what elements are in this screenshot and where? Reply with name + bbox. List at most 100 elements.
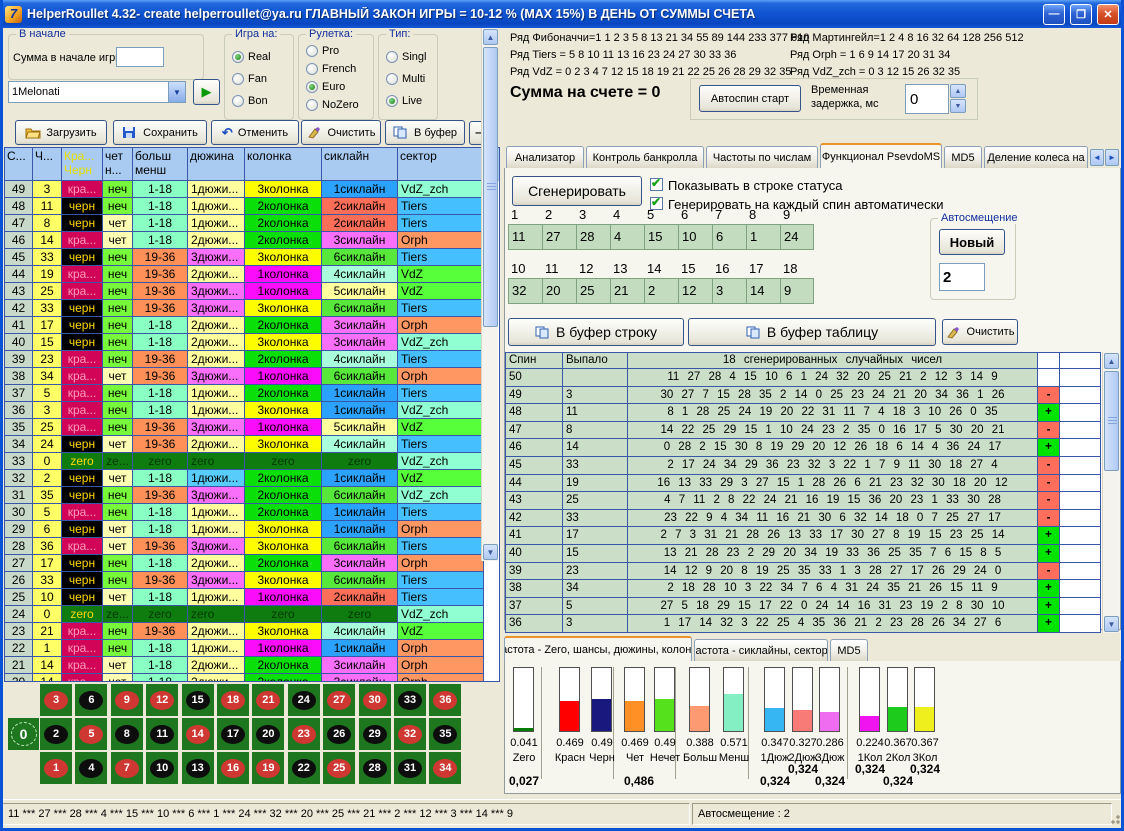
radio-live[interactable]: Live — [386, 95, 422, 107]
roulette-cell-33[interactable]: 33 — [394, 684, 426, 716]
tab-psevdoms[interactable]: Функционал PsevdoMS — [820, 143, 942, 168]
roulette-cell-19[interactable]: 19 — [252, 752, 284, 784]
tab-scroll-left-icon[interactable]: ◄ — [1090, 149, 1104, 166]
maximize-button[interactable]: ❐ — [1070, 4, 1092, 25]
table-row[interactable]: 493кра...неч1-181дюжи...3колонка1сиклайн… — [5, 181, 499, 198]
table-row[interactable]: 441916 13 33 29 3 27 15 1 28 26 6 21 23 … — [506, 475, 1100, 493]
roulette-cell-20[interactable]: 20 — [252, 718, 284, 750]
table-row[interactable]: 4811черннеч1-181дюжи...2колонка2сиклайнT… — [5, 198, 499, 215]
spin-down-icon[interactable]: ▼ — [950, 99, 966, 113]
resize-grip[interactable] — [1108, 812, 1120, 824]
play-button[interactable]: ▶ — [193, 79, 220, 105]
roulette-cell-24[interactable]: 24 — [288, 684, 320, 716]
roulette-cell-22[interactable]: 22 — [288, 752, 320, 784]
radio-fan[interactable]: Fan — [232, 73, 267, 85]
roulette-cell-6[interactable]: 6 — [75, 684, 107, 716]
autoshift-new-button[interactable]: Новый — [939, 229, 1005, 255]
table-row[interactable]: 330zeroze...zerozerozerozeroVdZ_zch — [5, 453, 499, 470]
table-row[interactable]: 3923кра...неч19-362дюжи...2колонка4сикла… — [5, 351, 499, 368]
roulette-cell-18[interactable]: 18 — [217, 684, 249, 716]
delay-input[interactable] — [905, 84, 949, 114]
table-row[interactable]: 2633черннеч19-363дюжи...3колонка6сиклайн… — [5, 572, 499, 589]
scroll-down-icon[interactable]: ▼ — [1104, 616, 1119, 632]
table-row[interactable]: 221кра...неч1-181дюжи...1колонка1сиклайн… — [5, 640, 499, 657]
radio-pro[interactable]: Pro — [306, 45, 339, 57]
table-row[interactable]: 48118 1 28 25 24 19 20 22 31 11 7 4 18 3… — [506, 404, 1100, 422]
table-row[interactable]: 3525кра...неч19-363дюжи...1колонка5сикла… — [5, 419, 499, 436]
generated-table-scrollbar[interactable]: ▲ ▼ — [1102, 352, 1119, 633]
radio-real[interactable]: Real — [232, 51, 271, 63]
undo-button[interactable]: ↶ Отменить — [211, 120, 299, 145]
table-row[interactable]: 2717черннеч1-182дюжи...2колонка3сиклайнO… — [5, 555, 499, 572]
tab-freq-sixlines[interactable]: Частота - сиклайны, сектора — [694, 639, 828, 661]
table-row[interactable]: 2114кра...чет1-182дюжи...2колонка3сиклай… — [5, 657, 499, 674]
table-row[interactable]: 4325кра...неч19-363дюжи...1колонка5сикла… — [5, 283, 499, 300]
roulette-cell-5[interactable]: 5 — [75, 718, 107, 750]
roulette-cell-26[interactable]: 26 — [323, 718, 355, 750]
table-row[interactable]: 375кра...неч1-181дюжи...2колонка1сиклайн… — [5, 385, 499, 402]
roulette-cell-16[interactable]: 16 — [217, 752, 249, 784]
minimize-button[interactable]: — — [1043, 4, 1065, 25]
table-row[interactable]: 3135черннеч19-363дюжи...2колонка6сиклайн… — [5, 487, 499, 504]
table-row[interactable]: 401513 21 28 23 2 29 20 34 19 33 36 25 3… — [506, 545, 1100, 563]
roulette-cell-35[interactable]: 35 — [429, 718, 461, 750]
tab-analyzer[interactable]: Анализатор — [506, 146, 584, 168]
radio-nozero[interactable]: NoZero — [306, 99, 359, 111]
table-row[interactable]: 37527 5 18 29 15 17 22 0 24 14 16 31 23 … — [506, 598, 1100, 616]
roulette-cell-30[interactable]: 30 — [359, 684, 391, 716]
roulette-cell-31[interactable]: 31 — [394, 752, 426, 784]
tab-scroll-right-icon[interactable]: ► — [1105, 149, 1119, 166]
roulette-cell-0[interactable]: 0 — [8, 718, 39, 750]
table-row[interactable]: 2321кра...неч19-362дюжи...3колонка4сикла… — [5, 623, 499, 640]
roulette-cell-3[interactable]: 3 — [40, 684, 72, 716]
checkbox-show-status[interactable]: ✔ Показывать в строке статуса — [650, 178, 843, 193]
table-row[interactable]: 3424чернчет19-362дюжи...3колонка4сиклайн… — [5, 436, 499, 453]
table-row[interactable]: 5011 27 28 4 15 10 6 1 24 32 20 25 21 2 … — [506, 369, 1100, 387]
table-row[interactable]: 4015черннеч1-182дюжи...3колонка3сиклайнV… — [5, 334, 499, 351]
table-row[interactable]: 43254 7 11 2 8 22 24 21 16 19 15 36 20 2… — [506, 492, 1100, 510]
roulette-cell-36[interactable]: 36 — [429, 684, 461, 716]
table-row[interactable]: 2510чернчет1-181дюжи...1колонка2сиклайнT… — [5, 589, 499, 606]
radio-bon[interactable]: Bon — [232, 95, 268, 107]
table-row[interactable]: 392314 12 9 20 8 19 25 35 33 1 3 28 27 1… — [506, 563, 1100, 581]
close-button[interactable]: ✕ — [1097, 4, 1119, 25]
roulette-cell-2[interactable]: 2 — [40, 718, 72, 750]
generate-button[interactable]: Сгенерировать — [512, 176, 642, 206]
scroll-down-icon[interactable]: ▼ — [483, 544, 498, 560]
roulette-cell-8[interactable]: 8 — [111, 718, 143, 750]
load-button[interactable]: Загрузить — [15, 120, 107, 145]
table-row[interactable]: 38342 18 28 10 3 22 34 7 6 4 31 24 35 21… — [506, 580, 1100, 598]
roulette-cell-17[interactable]: 17 — [217, 718, 249, 750]
table-row[interactable]: 4233черннеч19-363дюжи...3колонка6сиклайн… — [5, 300, 499, 317]
tab-wheel-division[interactable]: Деление колеса на — [984, 146, 1088, 168]
table-row[interactable]: 423323 22 9 4 34 11 16 21 30 6 32 14 18 … — [506, 510, 1100, 528]
scroll-up-icon[interactable]: ▲ — [1104, 353, 1119, 369]
roulette-cell-27[interactable]: 27 — [323, 684, 355, 716]
copy-table-button[interactable]: В буфер таблицу — [688, 318, 936, 346]
table-row[interactable]: 45332 17 24 34 29 36 23 32 3 22 1 7 9 11… — [506, 457, 1100, 475]
roulette-cell-7[interactable]: 7 — [111, 752, 143, 784]
table-row[interactable]: 322чернчет1-181дюжи...2колонка1сиклайнVd… — [5, 470, 499, 487]
scrollbar-thumb[interactable] — [483, 47, 498, 327]
roulette-cell-25[interactable]: 25 — [323, 752, 355, 784]
radio-french[interactable]: French — [306, 63, 356, 75]
roulette-cell-34[interactable]: 34 — [429, 752, 461, 784]
table-row[interactable]: 4117черннеч1-182дюжи...2колонка3сиклайнO… — [5, 317, 499, 334]
roulette-cell-9[interactable]: 9 — [111, 684, 143, 716]
radio-multi[interactable]: Multi — [386, 73, 425, 85]
copy-buffer-button[interactable]: В буфер — [385, 120, 465, 145]
tab-freq-md5[interactable]: MD5 — [830, 639, 868, 661]
table-row[interactable]: 41172 7 3 31 21 28 26 13 33 17 30 27 8 1… — [506, 527, 1100, 545]
tab-freq-chances[interactable]: Частота - Zero, шансы, дюжины, колонки — [504, 636, 692, 661]
tab-number-freq[interactable]: Частоты по числам — [706, 146, 818, 168]
chevron-down-icon[interactable]: ▼ — [168, 82, 185, 102]
roulette-cell-14[interactable]: 14 — [182, 718, 214, 750]
start-sum-input[interactable] — [116, 47, 164, 67]
roulette-cell-15[interactable]: 15 — [182, 684, 214, 716]
radio-singl[interactable]: Singl — [386, 51, 426, 63]
table-row[interactable]: 47814 22 25 29 15 1 10 24 23 2 35 0 16 1… — [506, 422, 1100, 440]
table-row[interactable]: 2836кра...чет19-363дюжи...3колонка6сикла… — [5, 538, 499, 555]
scrollbar-thumb[interactable] — [1104, 371, 1119, 471]
table-row[interactable]: 3631 17 14 32 3 22 25 4 35 36 21 2 23 28… — [506, 615, 1100, 633]
roulette-cell-11[interactable]: 11 — [146, 718, 178, 750]
